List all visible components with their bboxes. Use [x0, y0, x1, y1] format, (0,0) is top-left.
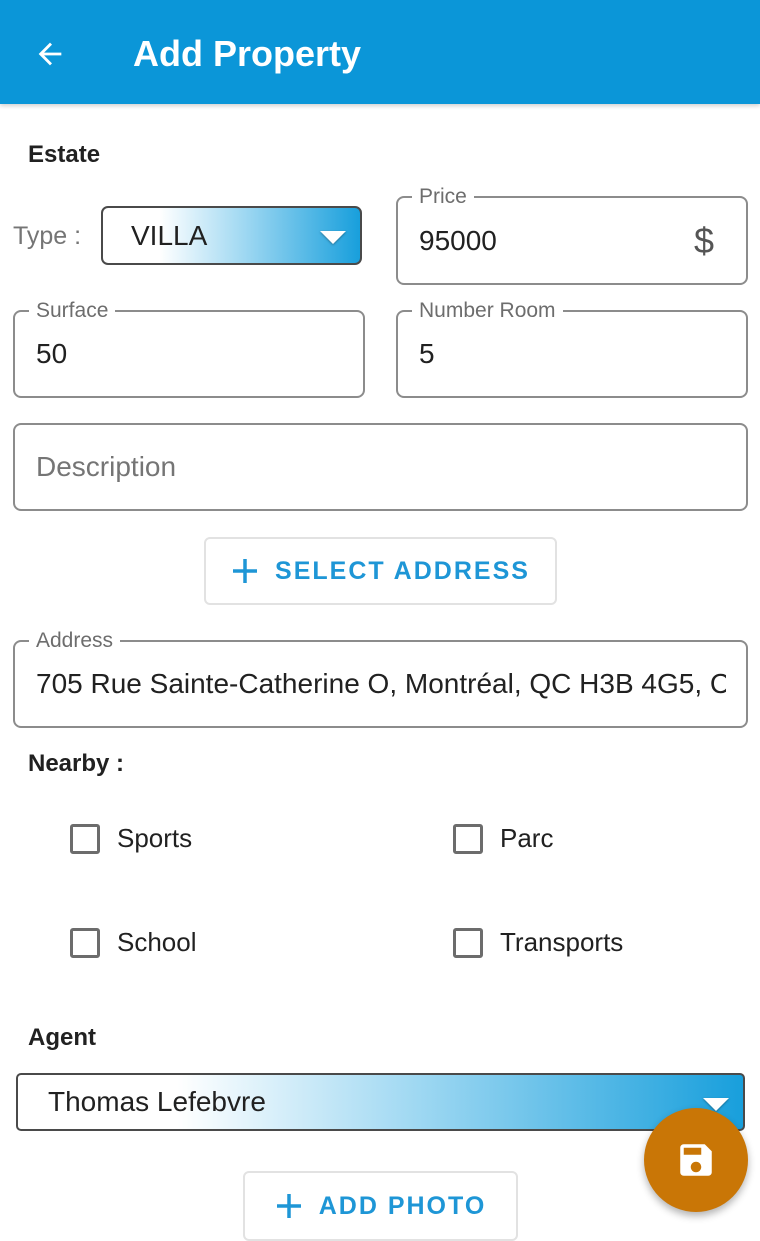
plus-icon: [275, 1192, 303, 1220]
nearby-checkbox-school[interactable]: School: [70, 927, 197, 958]
nearby-section-title: Nearby :: [28, 750, 125, 777]
nearby-school-label: School: [117, 927, 197, 957]
description-placeholder: Description: [36, 451, 177, 482]
checkbox-icon: [453, 927, 483, 958]
estate-section-title: Estate: [28, 141, 101, 168]
arrow-left-icon: [38, 42, 62, 66]
price-value: 95000: [419, 224, 497, 256]
agent-section-title: Agent: [28, 1024, 96, 1051]
description-field[interactable]: Description: [13, 423, 748, 511]
type-selected-value: VILLA: [131, 219, 208, 251]
dollar-icon: $: [693, 219, 714, 261]
select-address-label: SELECT ADDRESS: [275, 556, 530, 585]
address-value: 705 Rue Sainte-Catherine O, Montréal, QC…: [36, 668, 726, 699]
checkbox-icon: [453, 823, 483, 854]
nearby-checkbox-transports[interactable]: Transports: [453, 927, 623, 958]
nearby-parc-label: Parc: [500, 823, 554, 853]
type-spinner[interactable]: VILLA: [101, 206, 362, 265]
plus-icon: [231, 557, 259, 585]
surface-value: 50: [36, 338, 68, 369]
nearby-transports-label: Transports: [500, 927, 624, 957]
price-field[interactable]: Price 95000 $: [396, 185, 748, 285]
checkbox-icon: [70, 927, 100, 958]
add-photo-button[interactable]: ADD PHOTO: [243, 1171, 518, 1241]
save-icon: [680, 1144, 712, 1176]
app-bar: Add Property: [0, 0, 760, 104]
number-room-value: 5: [419, 338, 435, 369]
agent-spinner[interactable]: Thomas Lefebvre: [16, 1073, 745, 1131]
type-label: Type :: [13, 222, 82, 250]
select-address-button[interactable]: SELECT ADDRESS: [204, 537, 557, 605]
page-title: Add Property: [133, 33, 362, 74]
number-room-field[interactable]: Number Room 5: [396, 299, 748, 398]
surface-field[interactable]: Surface 50: [13, 299, 365, 398]
nearby-checkbox-sports[interactable]: Sports: [70, 823, 192, 854]
back-button[interactable]: [26, 30, 74, 78]
checkbox-icon: [70, 823, 100, 854]
nearby-sports-label: Sports: [117, 823, 193, 853]
save-fab-button[interactable]: [644, 1108, 748, 1212]
dropdown-arrow-icon: [320, 231, 346, 244]
address-field[interactable]: Address 705 Rue Sainte-Catherine O, Mont…: [13, 629, 748, 728]
nearby-checkbox-parc[interactable]: Parc: [453, 823, 553, 854]
add-photo-label: ADD PHOTO: [318, 1191, 487, 1220]
agent-selected-value: Thomas Lefebvre: [48, 1086, 266, 1117]
